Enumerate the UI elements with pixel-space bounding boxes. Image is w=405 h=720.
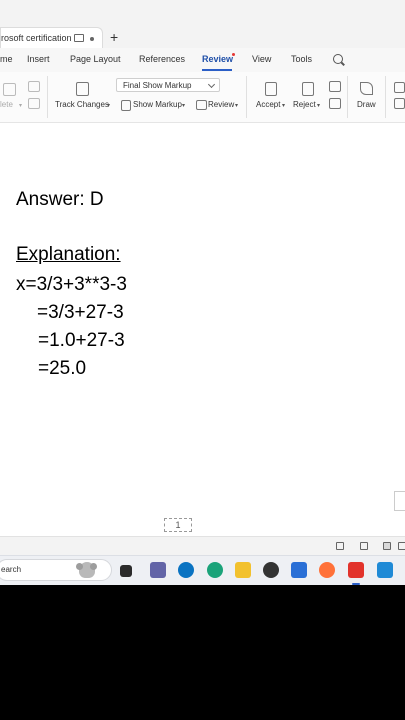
menu-tools[interactable]: Tools: [291, 54, 312, 64]
unsaved-dot-icon[interactable]: [90, 37, 94, 41]
menu-view[interactable]: View: [252, 54, 271, 64]
web-layout-icon[interactable]: [360, 542, 368, 550]
expression-line-2: =3/3+27-3: [37, 302, 124, 323]
monitor-icon: [74, 34, 84, 42]
separator: [347, 76, 348, 118]
delete-caret-icon[interactable]: ▾: [19, 102, 22, 109]
status-bar: [0, 536, 405, 555]
next-change-icon[interactable]: [329, 98, 341, 109]
review-button[interactable]: Review: [208, 100, 234, 109]
answer-line: Answer: D: [16, 189, 104, 210]
accept-caret-icon[interactable]: ▾: [282, 102, 285, 109]
document-tab[interactable]: rosoft certification: [0, 27, 103, 50]
edge-icon[interactable]: [207, 562, 223, 578]
review-pane-icon[interactable]: [196, 100, 207, 110]
expression-line-1: x=3/3+3**3-3: [16, 274, 127, 295]
new-tab-button[interactable]: +: [110, 29, 118, 45]
active-app-indicator: [352, 583, 360, 585]
search-icon[interactable]: [333, 54, 343, 64]
wps-office-icon[interactable]: [348, 562, 364, 578]
show-markup-caret-icon[interactable]: ▾: [182, 102, 185, 109]
prev-comment-icon[interactable]: [28, 81, 40, 92]
read-mode-icon[interactable]: [336, 542, 344, 550]
taskbar: earch: [0, 555, 405, 585]
explanation-heading: Explanation:: [16, 244, 121, 265]
wps-writer-window: rosoft certification + me Insert Page La…: [0, 0, 405, 585]
track-changes-button[interactable]: Track Changes: [55, 100, 109, 109]
delete-comment-icon[interactable]: [3, 83, 16, 96]
chevron-down-icon: [207, 80, 216, 89]
previous-change-icon[interactable]: [329, 81, 341, 92]
menu-review[interactable]: Review: [202, 54, 233, 64]
task-view-icon[interactable]: [120, 565, 132, 577]
markup-mode-select[interactable]: Final Show Markup: [116, 78, 220, 92]
expression-line-3: =1.0+27-3: [38, 330, 125, 351]
accept-button[interactable]: Accept: [256, 100, 280, 109]
menu-home[interactable]: me: [0, 54, 13, 64]
translate-icon[interactable]: [394, 98, 405, 109]
expression-line-4: =25.0: [38, 358, 87, 379]
draw-button[interactable]: Draw: [357, 100, 376, 109]
accept-icon[interactable]: [265, 82, 277, 96]
page-number: 1: [164, 518, 192, 532]
separator: [47, 76, 48, 118]
show-markup-button[interactable]: Show Markup: [133, 100, 182, 109]
print-layout-icon[interactable]: [383, 542, 391, 550]
markup-mode-value: Final Show Markup: [123, 81, 192, 90]
review-toolbar: lete ▾ Track Changes ▾ Final Show Markup…: [0, 72, 405, 123]
compare-icon[interactable]: [394, 82, 405, 93]
taskbar-search-text: earch: [1, 565, 22, 574]
track-changes-caret-icon[interactable]: ▾: [107, 102, 110, 109]
vscode-icon[interactable]: [377, 562, 393, 578]
reject-button[interactable]: Reject: [293, 100, 316, 109]
store-icon[interactable]: [291, 562, 307, 578]
firefox-icon[interactable]: [319, 562, 335, 578]
outline-icon[interactable]: [398, 542, 405, 550]
reject-caret-icon[interactable]: ▾: [317, 102, 320, 109]
side-panel-toggle[interactable]: [394, 491, 405, 511]
document-page[interactable]: Answer: D Explanation: x=3/3+3**3-3 =3/3…: [0, 123, 405, 536]
pen-icon[interactable]: [360, 82, 373, 95]
document-tab-title: rosoft certification: [1, 33, 72, 43]
obs-icon[interactable]: [263, 562, 279, 578]
delete-label[interactable]: lete: [0, 100, 13, 109]
show-markup-icon[interactable]: [121, 100, 131, 111]
koala-icon: [76, 562, 97, 578]
dell-icon[interactable]: [178, 562, 194, 578]
active-tab-indicator: [202, 69, 232, 71]
next-comment-icon[interactable]: [28, 98, 40, 109]
menu-insert[interactable]: Insert: [27, 54, 50, 64]
review-caret-icon[interactable]: ▾: [235, 102, 238, 109]
ribbon-menu: me Insert Page Layout References Review …: [0, 48, 405, 72]
file-explorer-icon[interactable]: [235, 562, 251, 578]
reject-icon[interactable]: [302, 82, 314, 96]
menu-references[interactable]: References: [139, 54, 185, 64]
tab-strip: rosoft certification +: [0, 0, 405, 50]
taskbar-search[interactable]: earch: [0, 559, 112, 581]
separator: [385, 76, 386, 118]
teams-icon[interactable]: [150, 562, 166, 578]
separator: [246, 76, 247, 118]
notification-dot: [232, 53, 235, 56]
track-changes-icon[interactable]: [76, 82, 89, 96]
menu-page-layout[interactable]: Page Layout: [70, 54, 121, 64]
